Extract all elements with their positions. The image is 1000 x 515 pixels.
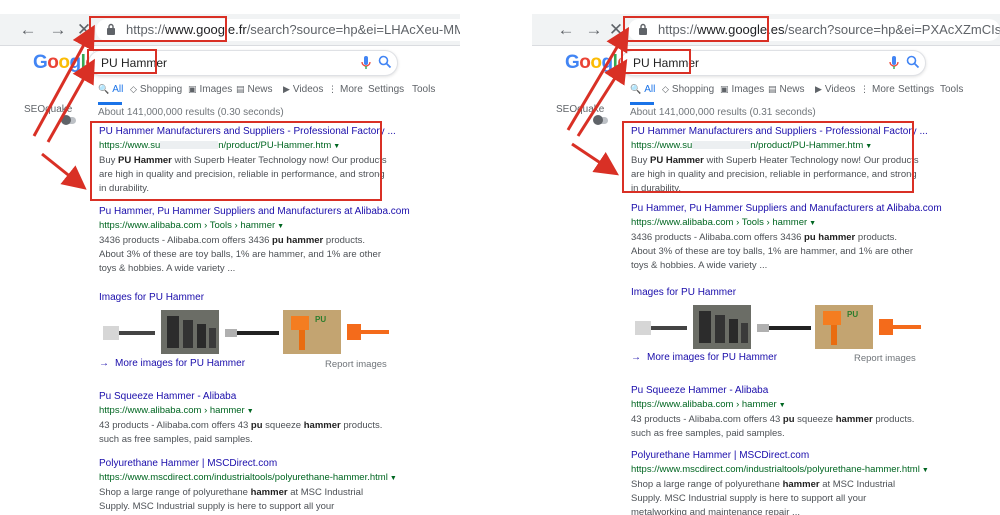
right-arrow-icon: →: [631, 352, 641, 363]
tab-settings[interactable]: Settings: [898, 84, 934, 95]
search-result: Pu Squeeze Hammer - Alibaba https://www.…: [99, 390, 389, 447]
seoquake-toggle[interactable]: [61, 115, 76, 125]
image-thumbnails: PU: [99, 310, 394, 354]
thumbnail-black-handle-hammer[interactable]: [223, 310, 281, 354]
thumbnail-orange-mallet[interactable]: PU: [815, 305, 873, 349]
annotation-box-url: [89, 16, 227, 42]
url-path: /search?source=hp&ei=LHAcXeu-MMSDtQb: [246, 22, 460, 37]
right-arrow-icon: →: [99, 358, 109, 369]
dropdown-caret-icon[interactable]: ▼: [779, 402, 786, 409]
back-arrow-icon[interactable]: ←: [18, 20, 38, 40]
tab-all[interactable]: 🔍 All: [630, 84, 655, 95]
active-tab-indicator: [630, 102, 654, 105]
report-images-link[interactable]: Report images: [325, 359, 387, 370]
report-images-link[interactable]: Report images: [854, 353, 916, 364]
url-path: /search?source=hp&ei=PXAcXZmCIs67tAbr3: [784, 22, 1000, 37]
more-images-link[interactable]: → More images for PU Hammer: [631, 352, 777, 363]
svg-text:PU: PU: [315, 315, 326, 324]
seoquake-label: SEOquake: [24, 104, 73, 115]
images-heading-link[interactable]: Images for PU Hammer: [99, 292, 204, 303]
seoquake-toggle[interactable]: [593, 115, 608, 125]
result-title-link[interactable]: Polyurethane Hammer | MSCDirect.com: [99, 457, 389, 471]
annotation-box-query: [621, 49, 691, 74]
result-snippet: 43 products - Alibaba.com offers 43 pu s…: [99, 420, 383, 445]
annotation-box-first-result: [90, 121, 382, 201]
tab-tools[interactable]: Tools: [412, 84, 435, 95]
tab-shopping[interactable]: ◇ Shopping: [662, 84, 714, 95]
thumbnail-white-mallet[interactable]: [631, 305, 689, 349]
search-tabs: 🔍 All ◇ Shopping ▣ Images ▤ News ▶ Videos ⋮ Mo…: [630, 84, 980, 105]
search-result: Pu Hammer, Pu Hammer Suppliers and Manuf…: [99, 205, 410, 276]
microphone-icon[interactable]: [361, 56, 371, 71]
thumbnail-white-mallet[interactable]: [99, 310, 157, 354]
tab-news[interactable]: ▤ News: [236, 84, 273, 95]
result-snippet: 3436 products - Alibaba.com offers 3436 …: [99, 235, 381, 274]
result-url: https://www.mscdirect.com/industrialtool…: [99, 472, 397, 483]
result-title-link[interactable]: Pu Squeeze Hammer - Alibaba: [99, 390, 389, 404]
thumbnail-orange-dead-blow-hammer[interactable]: [343, 310, 393, 354]
image-thumbnails: PU: [631, 305, 926, 349]
search-result: Polyurethane Hammer | MSCDirect.com http…: [99, 457, 397, 515]
tab-videos[interactable]: ▶ Videos: [815, 84, 855, 95]
thumbnail-orange-mallet[interactable]: PU: [283, 310, 341, 354]
forward-arrow-icon[interactable]: →: [584, 20, 604, 40]
tab-all[interactable]: 🔍 All: [98, 84, 123, 95]
tab-videos[interactable]: ▶ Videos: [283, 84, 323, 95]
result-url: https://www.mscdirect.com/industrialtool…: [631, 464, 929, 475]
result-stats: About 141,000,000 results (0.30 seconds): [98, 107, 284, 118]
annotation-box-first-result: [622, 121, 914, 193]
tab-settings[interactable]: Settings: [368, 84, 404, 95]
tab-more[interactable]: ⋮ More: [860, 84, 895, 95]
result-title-link[interactable]: Pu Hammer, Pu Hammer Suppliers and Manuf…: [99, 205, 410, 219]
dropdown-caret-icon[interactable]: ▼: [922, 467, 929, 474]
result-url: https://www.alibaba.com › hammer ▼: [99, 405, 254, 416]
search-icon[interactable]: [378, 55, 394, 71]
result-url: https://www.alibaba.com › Tools › hammer…: [631, 217, 817, 228]
search-result: Polyurethane Hammer | MSCDirect.com http…: [631, 449, 929, 515]
annotation-box-query: [87, 49, 157, 74]
browser-toolbar: ← → ✕ https://www.google.fr/search?sourc…: [0, 14, 460, 46]
more-images-link[interactable]: → More images for PU Hammer: [99, 358, 245, 369]
tab-more[interactable]: ⋮ More: [328, 84, 363, 95]
seoquake-label: SEOquake: [556, 104, 605, 115]
result-snippet: 3436 products - Alibaba.com offers 3436 …: [631, 232, 913, 271]
tab-shopping[interactable]: ◇ Shopping: [130, 84, 182, 95]
images-heading-link[interactable]: Images for PU Hammer: [631, 287, 736, 298]
tab-images[interactable]: ▣ Images: [720, 84, 764, 95]
tab-tools[interactable]: Tools: [940, 84, 963, 95]
result-stats: About 141,000,000 results (0.31 seconds): [630, 107, 816, 118]
search-tabs: 🔍 All ◇ Shopping ▣ Images ▤ News ▶ Videos ⋮ Mo…: [98, 84, 448, 105]
result-url: https://www.alibaba.com › hammer ▼: [631, 399, 786, 410]
dropdown-caret-icon[interactable]: ▼: [809, 220, 816, 227]
svg-text:PU: PU: [847, 310, 858, 319]
result-url: https://www.alibaba.com › Tools › hammer…: [99, 220, 285, 231]
microphone-icon[interactable]: [889, 56, 899, 71]
google-logo[interactable]: Google: [565, 52, 628, 74]
thumbnail-orange-dead-blow-hammer[interactable]: [875, 305, 925, 349]
result-snippet: Shop a large range of polyurethane hamme…: [99, 487, 364, 512]
search-result: Pu Squeeze Hammer - Alibaba https://www.…: [631, 384, 921, 441]
right-browser-panel: ← → ✕ https://www.google.es/search?sourc…: [532, 0, 1000, 515]
left-browser-panel: ← → ✕ https://www.google.fr/search?sourc…: [0, 0, 460, 515]
dropdown-caret-icon[interactable]: ▼: [247, 408, 254, 415]
result-snippet: 43 products - Alibaba.com offers 43 pu s…: [631, 414, 915, 439]
result-title-link[interactable]: Polyurethane Hammer | MSCDirect.com: [631, 449, 921, 463]
search-result: Pu Hammer, Pu Hammer Suppliers and Manuf…: [631, 202, 942, 273]
result-title-link[interactable]: Pu Squeeze Hammer - Alibaba: [631, 384, 921, 398]
thumbnail-black-handle-hammer[interactable]: [755, 305, 813, 349]
search-icon[interactable]: [906, 55, 922, 71]
tab-images[interactable]: ▣ Images: [188, 84, 232, 95]
thumbnail-hammer-set[interactable]: [161, 310, 219, 354]
back-arrow-icon[interactable]: ←: [556, 20, 576, 40]
dropdown-caret-icon[interactable]: ▼: [277, 223, 284, 230]
active-tab-indicator: [98, 102, 122, 105]
result-title-link[interactable]: Pu Hammer, Pu Hammer Suppliers and Manuf…: [631, 202, 942, 216]
dropdown-caret-icon[interactable]: ▼: [390, 475, 397, 482]
annotation-box-url: [623, 16, 769, 42]
result-snippet: Shop a large range of polyurethane hamme…: [631, 479, 896, 515]
thumbnail-hammer-set[interactable]: [693, 305, 751, 349]
forward-arrow-icon[interactable]: →: [48, 20, 68, 40]
tab-news[interactable]: ▤ News: [768, 84, 805, 95]
